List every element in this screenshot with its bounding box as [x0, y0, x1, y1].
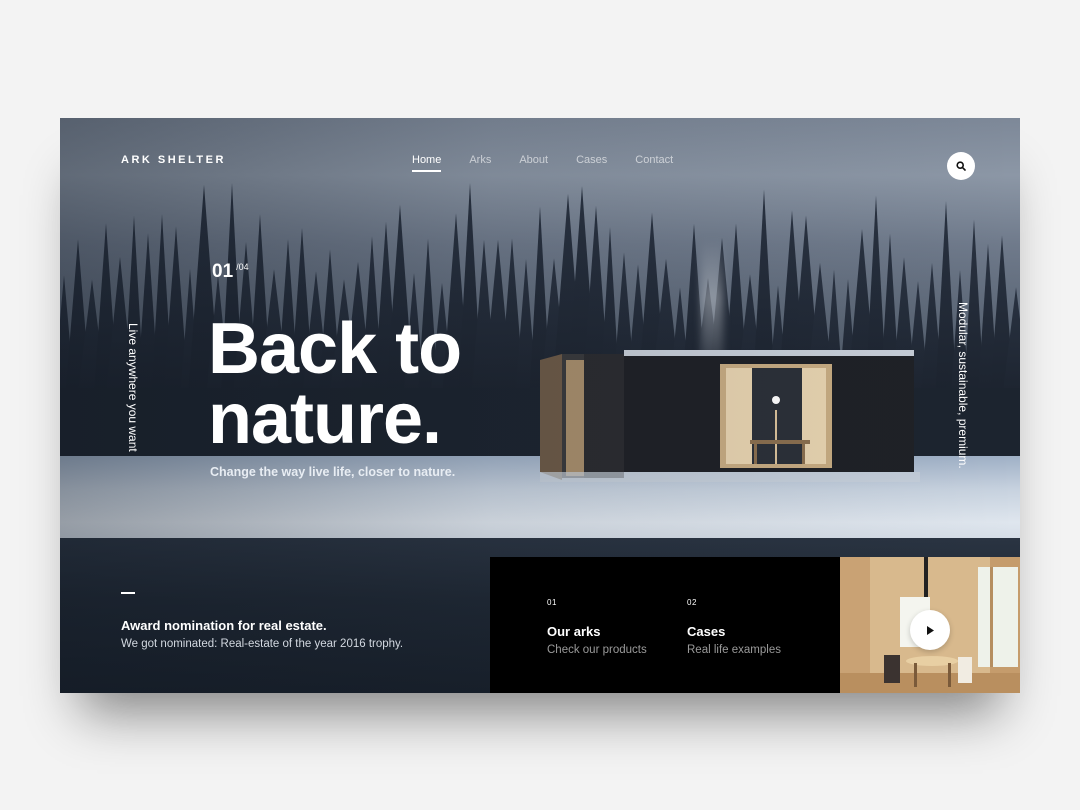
card-title: Cases	[687, 624, 726, 639]
card-description: Check our products	[547, 644, 647, 656]
feature-panel: 01 Our arks Check our products 02 Cases …	[490, 557, 840, 693]
slide-counter-current: 01	[212, 261, 234, 282]
play-button[interactable]	[910, 610, 950, 650]
video-thumbnail[interactable]	[840, 557, 1020, 693]
side-tagline-right: Modular, sustainable, premium.	[956, 302, 970, 469]
side-tagline-left: Live anywhere you want	[126, 323, 140, 452]
search-button[interactable]	[947, 152, 975, 180]
card-number: 01	[547, 598, 557, 607]
hero-title-line1: Back to	[208, 309, 462, 389]
award-title: Award nomination for real estate.	[121, 618, 327, 633]
search-icon	[956, 161, 966, 171]
nav-arks[interactable]: Arks	[469, 154, 491, 172]
hero-subtitle: Change the way live life, closer to natu…	[210, 465, 456, 479]
main-nav: Home Arks About Cases Contact	[412, 154, 701, 172]
nav-home[interactable]: Home	[412, 154, 442, 172]
award-divider	[121, 592, 135, 594]
play-icon	[927, 625, 934, 635]
award-text: We got nominated: Real-estate of the yea…	[121, 638, 404, 650]
card-title: Our arks	[547, 624, 601, 639]
brand-logo[interactable]: ARK SHELTER	[121, 154, 226, 166]
card-number: 02	[687, 598, 697, 607]
hero-frame: ARK SHELTER Home Arks About Cases Contac…	[60, 118, 1020, 693]
hero-title-line2: nature.	[208, 379, 442, 459]
slide-counter: 01/04	[212, 261, 249, 283]
hero-title: Back to nature.	[208, 309, 528, 459]
nav-contact[interactable]: Contact	[635, 154, 673, 172]
nav-about[interactable]: About	[519, 154, 548, 172]
nav-cases[interactable]: Cases	[576, 154, 607, 172]
card-description: Real life examples	[687, 644, 781, 656]
slide-counter-total: /04	[236, 262, 249, 272]
